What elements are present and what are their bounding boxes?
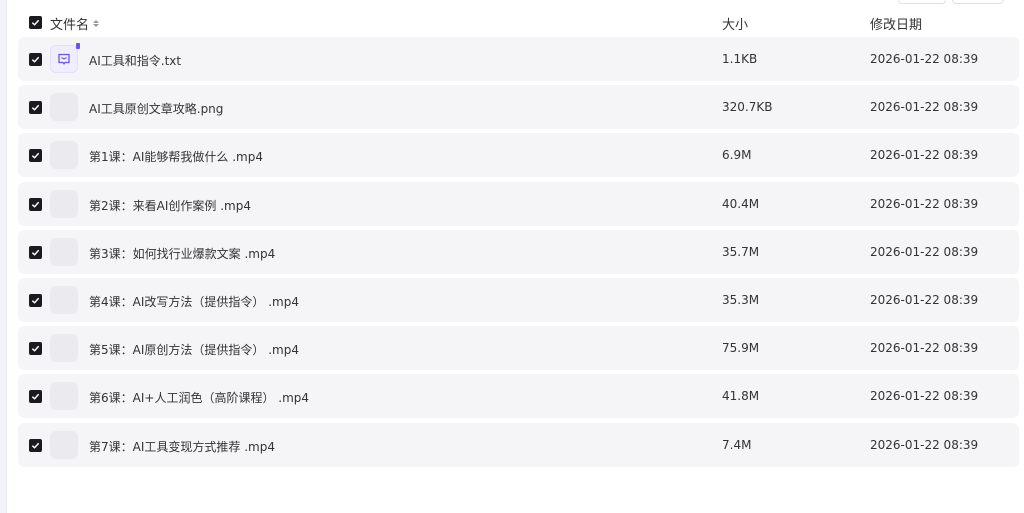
check-icon: [31, 153, 40, 160]
text-file-icon: [50, 43, 80, 73]
file-row[interactable]: 第2课：来看AI创作案例 .mp4 40.4M 2026-01-22 08:39: [18, 181, 1019, 226]
file-size: 41.8M: [722, 389, 760, 404]
file-size: 320.7KB: [722, 100, 773, 115]
file-modified-date: 2026-01-22 08:39: [870, 341, 979, 356]
file-modified-date: 2026-01-22 08:39: [870, 244, 979, 259]
video-thumbnail: [50, 285, 78, 314]
file-name[interactable]: 第3课：如何找行业爆款文案 .mp4: [89, 245, 275, 262]
row-checkbox[interactable]: [29, 390, 42, 404]
name-column-label: 文件名: [50, 18, 90, 33]
date-column-header: 修改日期: [870, 18, 923, 33]
row-checkbox[interactable]: [29, 53, 42, 66]
sidebar-edge: [0, 0, 7, 513]
row-checkbox[interactable]: [29, 101, 42, 115]
file-modified-date: 2026-01-22 08:39: [870, 389, 979, 404]
file-row[interactable]: AI工具原创文章攻略.png 320.7KB 2026-01-22 08:39: [18, 85, 1019, 130]
file-modified-date: 2026-01-22 08:39: [870, 52, 979, 66]
file-row[interactable]: AI工具和指令.txt 1.1KB 2026-01-22 08:39: [18, 37, 1019, 81]
file-modified-date: 2026-01-22 08:39: [870, 292, 979, 307]
file-name[interactable]: 第5课：AI原创方法（提供指令） .mp4: [89, 341, 299, 358]
check-icon: [31, 201, 40, 208]
row-checkbox[interactable]: [29, 245, 42, 259]
file-row[interactable]: 第6课：AI+人工润色（高阶课程） .mp4 41.8M 2026-01-22 …: [18, 374, 1019, 419]
video-thumbnail: [50, 141, 78, 170]
check-icon: [31, 249, 40, 256]
file-size: 6.9M: [722, 148, 752, 163]
image-thumbnail: [50, 93, 78, 122]
file-row[interactable]: 第1课：AI能够帮我做什么 .mp4 6.9M 2026-01-22 08:39: [18, 133, 1019, 178]
check-icon: [31, 19, 40, 26]
video-thumbnail: [50, 237, 78, 266]
file-name[interactable]: 第7课：AI工具变现方式推荐 .mp4: [89, 438, 275, 455]
file-size: 35.7M: [722, 244, 760, 259]
video-thumbnail: [50, 189, 78, 218]
check-icon: [31, 345, 40, 352]
row-checkbox[interactable]: [29, 293, 42, 307]
row-checkbox[interactable]: [29, 149, 42, 163]
file-size: 75.9M: [722, 341, 760, 356]
check-icon: [31, 104, 40, 111]
file-modified-date: 2026-01-22 08:39: [870, 196, 979, 211]
file-row[interactable]: 第7课：AI工具变现方式推荐 .mp4 7.4M 2026-01-22 08:3…: [18, 422, 1019, 467]
file-name[interactable]: AI工具原创文章攻略.png: [89, 100, 223, 117]
file-size: 40.4M: [722, 196, 760, 211]
file-name[interactable]: 第1课：AI能够帮我做什么 .mp4: [89, 148, 263, 165]
file-name[interactable]: AI工具和指令.txt: [89, 52, 181, 69]
file-modified-date: 2026-01-22 08:39: [870, 100, 979, 115]
file-name[interactable]: 第6课：AI+人工润色（高阶课程） .mp4: [89, 389, 309, 406]
file-modified-date: 2026-01-22 08:39: [870, 148, 979, 163]
check-icon: [31, 442, 40, 449]
check-icon: [31, 394, 40, 401]
video-thumbnail: [50, 334, 78, 363]
row-checkbox[interactable]: [29, 438, 42, 452]
file-list: AI工具和指令.txt 1.1KB 2026-01-22 08:39 AI工具原…: [18, 37, 1019, 471]
row-checkbox[interactable]: [29, 197, 42, 211]
video-thumbnail: [50, 430, 78, 459]
video-thumbnail: [50, 382, 78, 411]
row-checkbox[interactable]: [29, 342, 42, 356]
file-row[interactable]: 第3课：如何找行业爆款文案 .mp4 35.7M 2026-01-22 08:3…: [18, 229, 1019, 274]
sort-icon[interactable]: [93, 20, 100, 27]
file-size: 7.4M: [722, 437, 752, 452]
file-name[interactable]: 第4课：AI改写方法（提供指令） .mp4: [89, 293, 299, 310]
check-icon: [31, 297, 40, 304]
file-row[interactable]: 第4课：AI改写方法（提供指令） .mp4 35.3M 2026-01-22 0…: [18, 277, 1019, 322]
file-modified-date: 2026-01-22 08:39: [870, 437, 979, 452]
file-name[interactable]: 第2课：来看AI创作案例 .mp4: [89, 197, 251, 214]
select-all-checkbox[interactable]: [29, 16, 42, 29]
file-row[interactable]: 第5课：AI原创方法（提供指令） .mp4 75.9M 2026-01-22 0…: [18, 326, 1019, 371]
file-size: 35.3M: [722, 292, 760, 307]
size-column-header: 大小: [722, 18, 749, 33]
file-size: 1.1KB: [722, 52, 758, 66]
name-column-header[interactable]: 文件名: [50, 14, 100, 33]
check-icon: [31, 56, 40, 63]
